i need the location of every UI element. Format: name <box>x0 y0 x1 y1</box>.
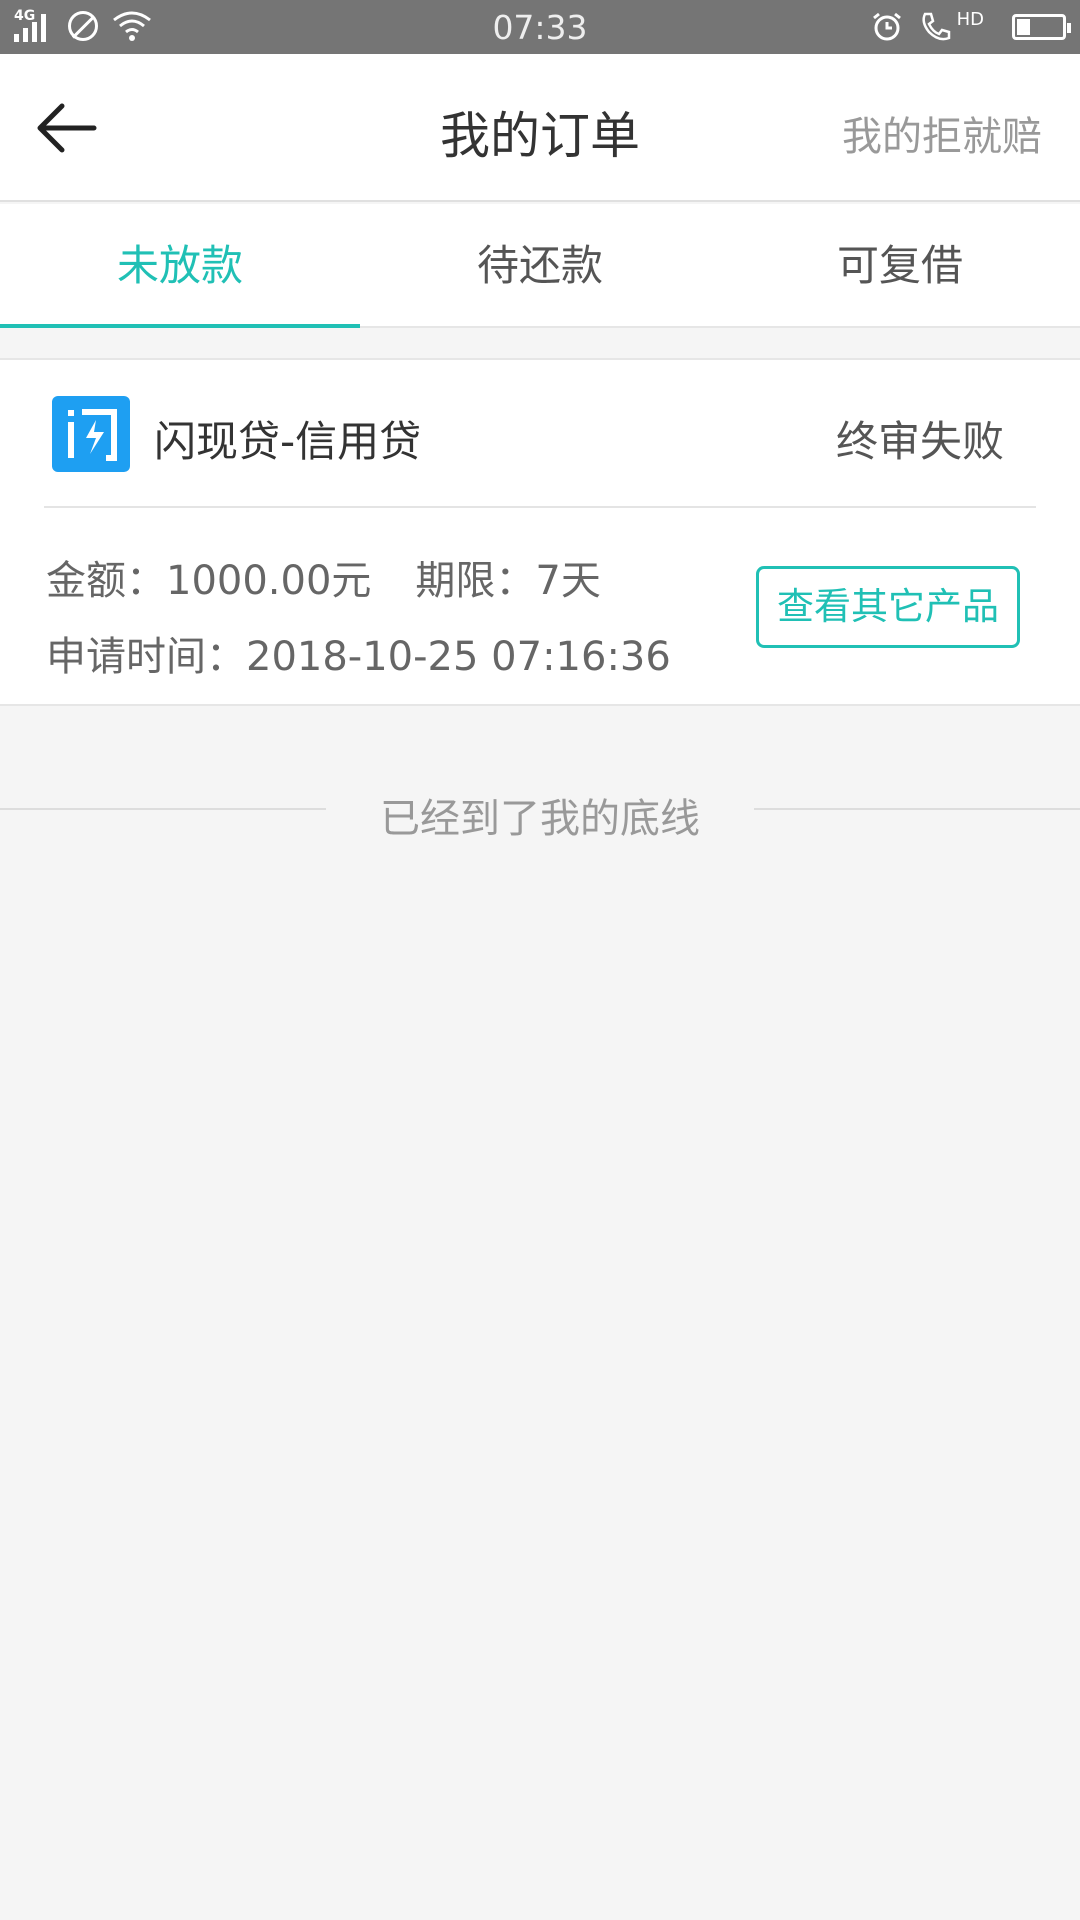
tab-pending-repayment[interactable]: 待还款 <box>360 204 720 326</box>
battery-fill <box>1017 19 1030 35</box>
status-right: HD <box>871 8 1071 44</box>
battery-icon <box>1012 14 1071 40</box>
order-tabs: 未放款 待还款 可复借 <box>0 204 1080 328</box>
loan-term: 期限：7天 <box>415 558 601 604</box>
flash-loan-logo-icon <box>68 409 117 461</box>
alarm-icon <box>872 12 901 41</box>
phone-icon <box>922 12 950 41</box>
tab-not-disbursed[interactable]: 未放款 <box>0 204 360 328</box>
refund-guarantee-link[interactable]: 我的拒就赔 <box>842 104 1042 162</box>
hd-badge: HD <box>956 8 984 30</box>
product-logo <box>52 396 130 472</box>
loan-terms: 金额：1000.00元 期限：7天 <box>46 548 601 606</box>
order-status: 终审失败 <box>835 417 1004 466</box>
card-divider <box>44 506 1036 508</box>
status-bar: 4G 07:33 HD <box>0 0 1080 54</box>
end-of-list-text: 已经到了我的底线 <box>380 796 700 842</box>
apply-time: 申请时间：2018-10-25 07:16:36 <box>46 634 671 680</box>
order-card: 闪现贷-信用贷 终审失败 金额：1000.00元 期限：7天 申请时间：2018-… <box>0 358 1080 706</box>
product-name: 闪现贷-信用贷 <box>154 417 422 466</box>
app-header: 我的订单 我的拒就赔 <box>0 54 1080 202</box>
end-of-list: 已经到了我的底线 <box>0 786 1080 842</box>
tab-reborrow[interactable]: 可复借 <box>720 204 1080 326</box>
view-other-products-button[interactable]: 查看其它产品 <box>756 566 1020 648</box>
loan-amount: 金额：1000.00元 <box>46 558 372 604</box>
